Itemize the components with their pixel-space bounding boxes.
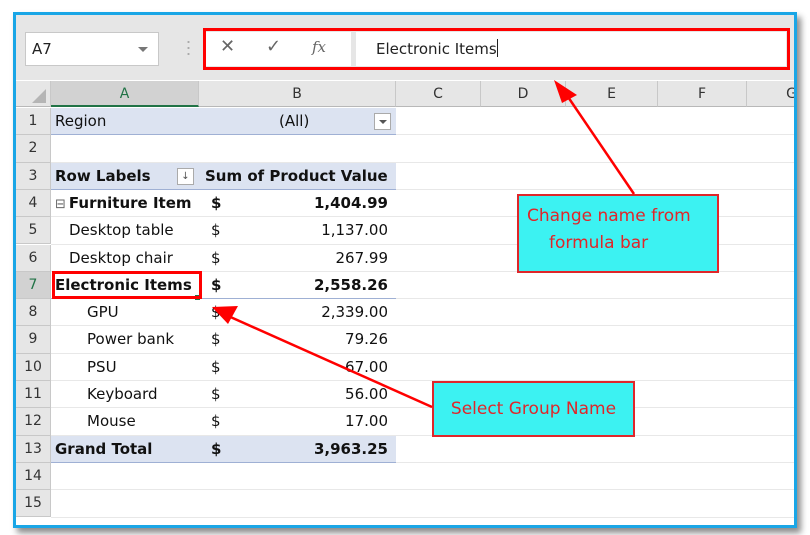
currency-symbol: $ <box>211 193 222 212</box>
callout-select-group: Select Group Name <box>432 381 635 437</box>
group-label[interactable]: ⊟ Furniture Item <box>55 190 197 217</box>
item-label[interactable]: Desktop table <box>69 217 197 244</box>
row-header-10[interactable]: 10 <box>16 353 51 381</box>
column-header-f[interactable]: F <box>658 81 747 107</box>
collapse-icon[interactable]: ⊟ <box>55 197 66 212</box>
item-label[interactable]: PSU <box>87 354 197 381</box>
item-value: 79.26 <box>345 330 388 349</box>
select-all-button[interactable] <box>16 81 51 107</box>
row-header-11[interactable]: 11 <box>16 381 51 409</box>
callout-change-name: Change name from formula bar <box>517 194 719 273</box>
row-header-7[interactable]: 7 <box>16 271 51 300</box>
item-label[interactable]: GPU <box>87 299 197 326</box>
item-value: 267.99 <box>335 248 389 267</box>
column-header-a[interactable]: A <box>51 81 199 107</box>
item-value: 1,137.00 <box>321 221 388 240</box>
selected-cell-highlight <box>52 270 202 300</box>
filter-dropdown-button[interactable] <box>374 113 391 130</box>
currency-symbol: $ <box>211 412 221 431</box>
currency-symbol: $ <box>211 439 222 458</box>
item-value: 2,339.00 <box>321 303 388 322</box>
column-header-c[interactable]: C <box>396 81 481 107</box>
name-box-dropdown-icon[interactable] <box>138 47 148 52</box>
row-header-12[interactable]: 12 <box>16 408 51 436</box>
item-label[interactable]: Mouse <box>87 408 197 435</box>
currency-symbol: $ <box>211 303 221 322</box>
row-header-6[interactable]: 6 <box>16 244 51 272</box>
sort-filter-button[interactable]: ↓ <box>177 167 194 185</box>
excel-window: A7 ✕ ✓ fx Electronic Items A B C D E F G… <box>13 12 797 528</box>
gridline <box>51 489 794 491</box>
row-header-8[interactable]: 8 <box>16 299 51 327</box>
column-header-d[interactable]: D <box>481 81 566 107</box>
row-header-13[interactable]: 13 <box>16 435 51 463</box>
row-labels-header: Row Labels <box>55 166 151 185</box>
item-value: 17.00 <box>345 412 388 431</box>
group-total: 1,404.99 <box>313 193 388 212</box>
item-label[interactable]: Power bank <box>87 326 197 353</box>
currency-symbol: $ <box>211 248 221 267</box>
row-header-4[interactable]: 4 <box>16 189 51 218</box>
callout-select-group-text: Select Group Name <box>450 399 617 419</box>
row-header-5[interactable]: 5 <box>16 217 51 245</box>
item-label[interactable]: Keyboard <box>87 381 197 408</box>
grand-total-label: Grand Total <box>55 439 153 458</box>
formula-bar-area: A7 ✕ ✓ fx Electronic Items <box>16 15 794 80</box>
column-header-e[interactable]: E <box>566 81 658 107</box>
currency-symbol: $ <box>211 357 221 376</box>
row-header-15[interactable]: 15 <box>16 490 51 518</box>
select-all-icon <box>32 89 46 103</box>
column-header-b[interactable]: B <box>199 81 396 107</box>
callout-change-name-line1: Change name from <box>527 206 691 226</box>
row-header-2[interactable]: 2 <box>16 135 51 163</box>
group-total: 2,558.26 <box>313 275 388 294</box>
currency-symbol: $ <box>211 221 221 240</box>
gridline <box>51 516 794 518</box>
name-box[interactable]: A7 <box>25 32 159 66</box>
filter-label: Region <box>55 112 107 130</box>
currency-symbol: $ <box>211 275 222 294</box>
item-value: 67.00 <box>345 357 388 376</box>
formula-bar-grip-icon[interactable] <box>187 39 190 59</box>
chevron-down-icon <box>379 120 387 124</box>
column-header-g[interactable]: G <box>747 81 794 107</box>
item-label[interactable]: Desktop chair <box>69 245 197 272</box>
value-header: Sum of Product Value <box>205 166 388 185</box>
row-header-14[interactable]: 14 <box>16 462 51 491</box>
currency-symbol: $ <box>211 385 221 403</box>
row-header-1[interactable]: 1 <box>16 108 51 136</box>
group-label-text: Furniture Item <box>68 193 192 212</box>
currency-symbol: $ <box>211 330 221 349</box>
filter-value[interactable]: (All) <box>279 108 339 135</box>
name-box-value: A7 <box>32 40 52 58</box>
row-header-9[interactable]: 9 <box>16 326 51 354</box>
row-header-3[interactable]: 3 <box>16 162 51 190</box>
formula-bar-highlight <box>203 28 790 70</box>
callout-change-name-line2: formula bar <box>549 233 649 253</box>
sort-descending-icon: ↓ <box>181 170 190 182</box>
grand-total-value: 3,963.25 <box>313 439 388 458</box>
item-value: 56.00 <box>345 385 388 403</box>
